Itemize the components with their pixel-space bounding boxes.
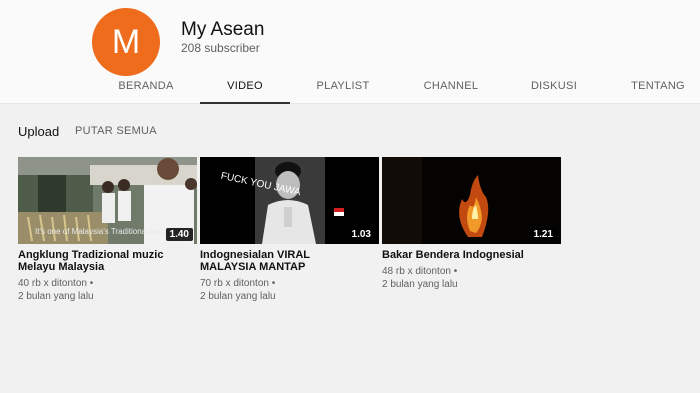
meta-separator-icon: • [271, 278, 276, 289]
section-title: Upload [18, 124, 60, 139]
video-views: 48 rb x ditonton [382, 266, 451, 277]
video-duration: 1.21 [529, 228, 557, 241]
video-title[interactable]: Bakar Bendera Indognesial [382, 249, 561, 261]
channel-tabs: BERANDA VIDEO PLAYLIST CHANNEL DISKUSI T… [0, 72, 700, 104]
video-thumbnail[interactable]: It's one of Malaysia's Traditional Ins..… [18, 157, 197, 244]
video-meta: 40 rb x ditonton • 2 bulan yang lalu [18, 277, 197, 303]
video-age: 2 bulan yang lalu [382, 279, 458, 290]
video-thumbnail[interactable]: 1.21 [382, 157, 561, 244]
video-views: 70 rb x ditonton [200, 278, 269, 289]
channel-name: My Asean [181, 19, 265, 40]
video-age: 2 bulan yang lalu [18, 291, 94, 302]
meta-separator-icon: • [89, 278, 94, 289]
video-age: 2 bulan yang lalu [200, 291, 276, 302]
tab-video[interactable]: VIDEO [200, 72, 290, 104]
video-title-line: Bakar Bendera Indognesial [382, 249, 524, 261]
channel-header: M My Asean 208 subscriber BERANDA VIDEO … [0, 0, 700, 104]
tab-playlist[interactable]: PLAYLIST [304, 72, 382, 104]
play-all-button[interactable]: PUTAR SEMUA [75, 125, 157, 137]
video-meta: 48 rb x ditonton • 2 bulan yang lalu [382, 265, 561, 291]
video-card[interactable]: It's one of Malaysia's Traditional Ins..… [18, 157, 197, 303]
meta-separator-icon: • [453, 266, 458, 277]
video-thumbnail[interactable]: FUCK YOU JAWA 1.03 [200, 157, 379, 244]
video-views: 40 rb x ditonton [18, 278, 87, 289]
tab-diskusi[interactable]: DISKUSI [518, 72, 590, 104]
tab-channel[interactable]: CHANNEL [412, 72, 490, 104]
video-duration: 1.03 [347, 228, 375, 241]
tab-tentang[interactable]: TENTANG [620, 72, 696, 104]
thumbnail-caption: It's one of Malaysia's Traditional Ins..… [35, 227, 168, 236]
video-title-line: Melayu Malaysia [18, 261, 105, 273]
video-title[interactable]: Indognesialan VIRAL MALAYSIA MANTAP [200, 249, 379, 273]
video-card[interactable]: FUCK YOU JAWA 1.03 Indognesialan VIRAL M… [200, 157, 379, 303]
video-title-line: MALAYSIA MANTAP [200, 261, 306, 273]
subscriber-count: 208 subscriber [181, 41, 260, 55]
channel-avatar[interactable]: M [92, 8, 160, 76]
video-duration: 1.40 [165, 228, 193, 241]
video-title-line: Angklung Tradizional muzic [18, 249, 164, 261]
video-meta: 70 rb x ditonton • 2 bulan yang lalu [200, 277, 379, 303]
video-title[interactable]: Angklung Tradizional muzic Melayu Malays… [18, 249, 197, 273]
video-card[interactable]: 1.21 Bakar Bendera Indognesial 48 rb x d… [382, 157, 561, 291]
tab-beranda[interactable]: BERANDA [108, 72, 184, 104]
video-title-line: Indognesialan VIRAL [200, 249, 311, 261]
